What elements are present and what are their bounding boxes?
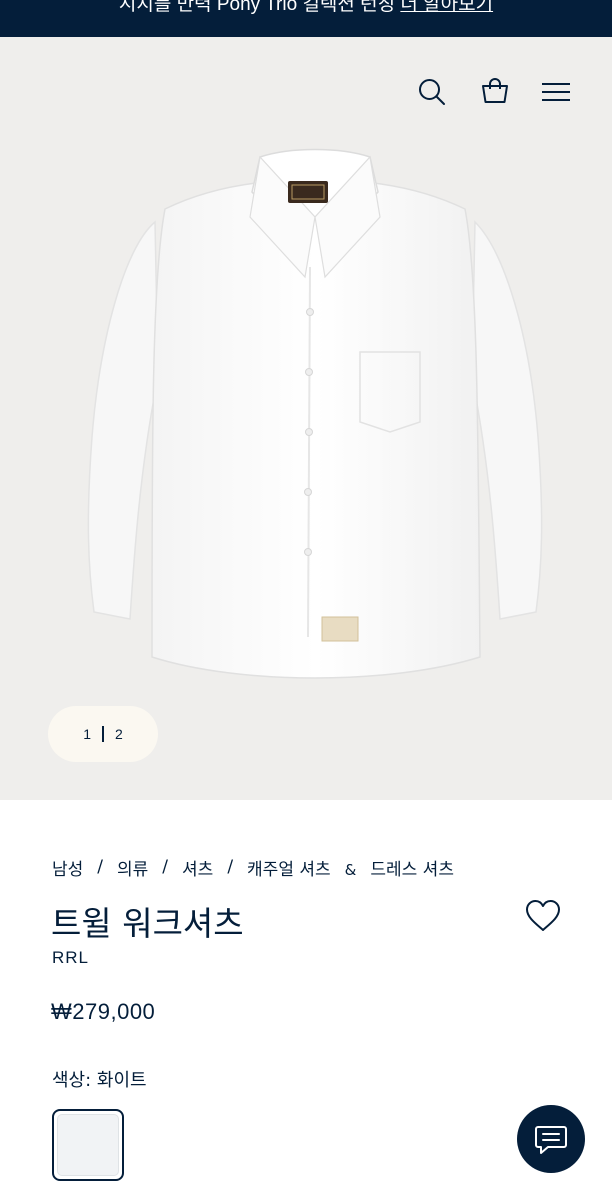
color-label: 색상:: [52, 1070, 92, 1091]
chat-button[interactable]: [517, 1105, 585, 1173]
promo-banner-link[interactable]: 더 알아보기: [400, 0, 493, 15]
product-image-gallery[interactable]: 1 2: [0, 37, 612, 800]
heart-icon[interactable]: [525, 899, 561, 933]
product-title: 트윌 워크셔츠: [51, 904, 244, 943]
color-swatch-white[interactable]: [52, 1109, 124, 1181]
product-image-shirt: [87, 148, 543, 679]
chat-bubble-icon: [535, 1126, 567, 1154]
promo-banner-text: 시지를 만력 Pony Trio 컬렉션 런칭: [118, 0, 401, 15]
gallery-page-current[interactable]: 1: [83, 726, 91, 742]
color-value: 화이트: [96, 1070, 147, 1091]
breadcrumb-separator: /: [227, 857, 234, 877]
color-swatch-fill: [57, 1114, 119, 1176]
breadcrumb-item-casual-dress-shirts[interactable]: 캐주얼 셔츠 & 드레스 셔츠: [247, 855, 454, 880]
breadcrumb-separator: /: [162, 857, 169, 877]
breadcrumb-item-shirts[interactable]: 셔츠: [182, 855, 213, 880]
gallery-page-total[interactable]: 2: [115, 726, 123, 742]
promo-banner[interactable]: 시지를 만력 Pony Trio 컬렉션 런칭 더 알아보기: [0, 0, 612, 37]
hamburger-menu-icon[interactable]: [541, 82, 571, 102]
color-label-row: 색상: 화이트: [52, 1066, 147, 1092]
product-price: ₩279,000: [51, 999, 156, 1024]
breadcrumb-item-clothing[interactable]: 의류: [117, 855, 148, 880]
search-icon[interactable]: [417, 77, 447, 107]
gallery-pager[interactable]: 1 2: [48, 706, 158, 762]
breadcrumb-separator: /: [97, 857, 104, 877]
product-brand: RRL: [52, 948, 90, 967]
shopping-bag-icon[interactable]: [481, 78, 509, 104]
breadcrumb: 남성 / 의류 / 셔츠 / 캐주얼 셔츠 & 드레스 셔츠: [52, 855, 454, 880]
breadcrumb-item-men[interactable]: 남성: [52, 855, 83, 880]
gallery-pager-divider: [102, 726, 104, 742]
